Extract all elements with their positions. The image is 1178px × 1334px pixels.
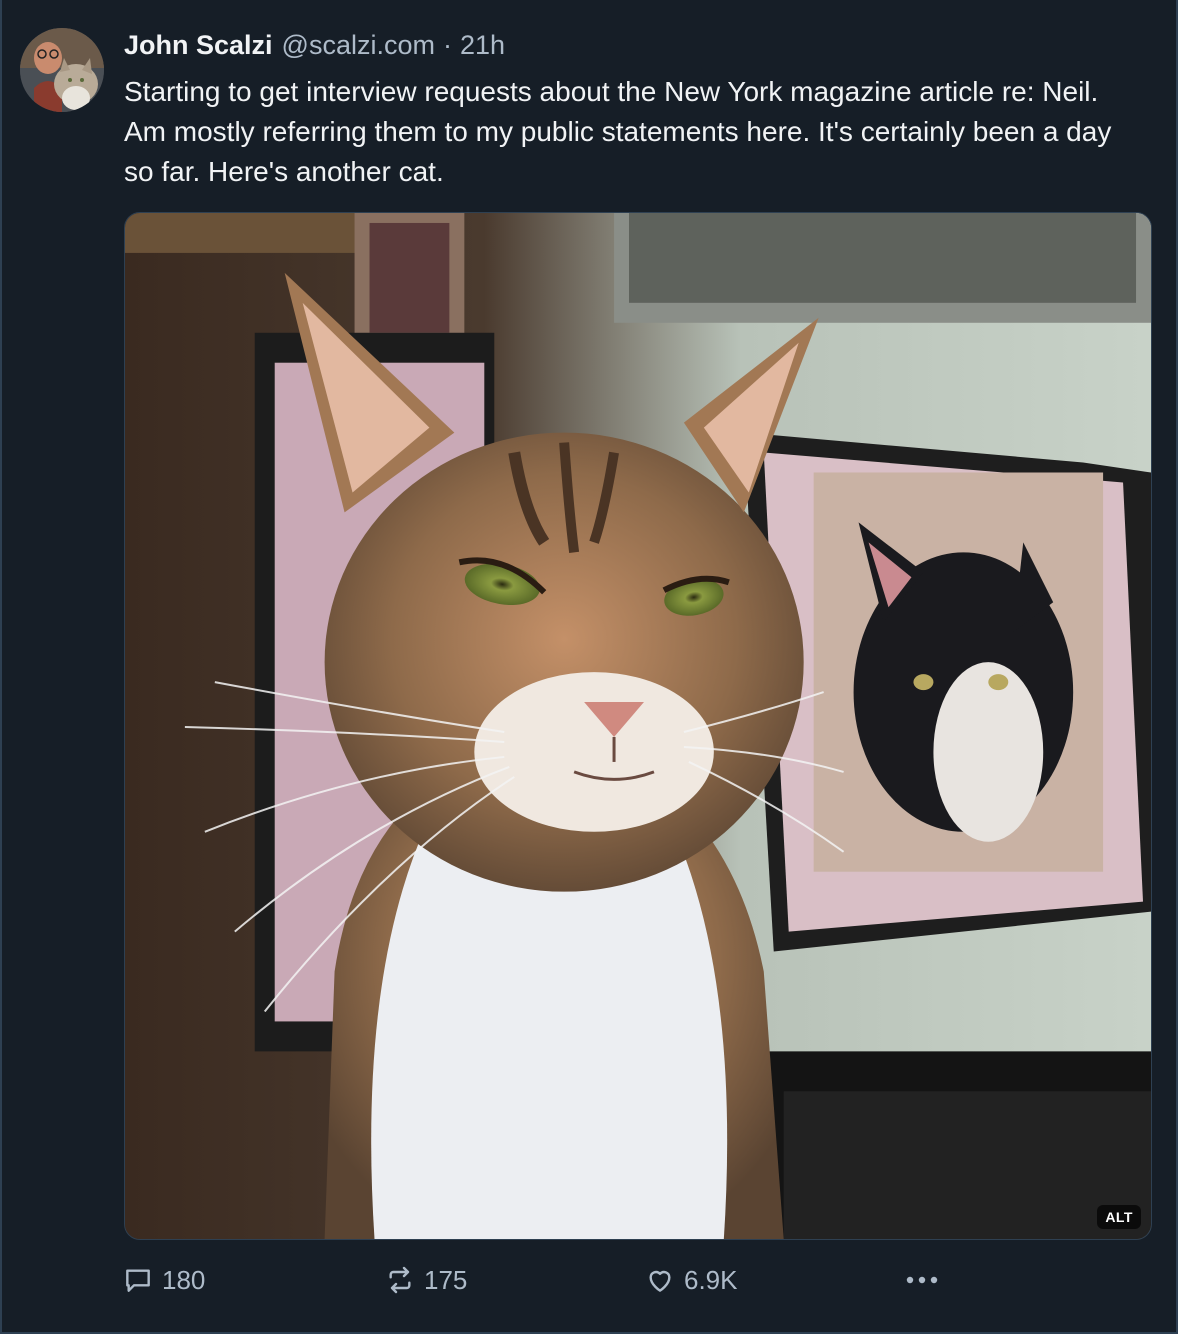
- avatar-image: [20, 28, 104, 112]
- reply-count: 180: [162, 1264, 206, 1295]
- like-button[interactable]: 6.9K: [644, 1260, 738, 1300]
- speech-bubble-icon: [122, 1264, 154, 1296]
- heart-icon: [644, 1264, 676, 1296]
- repost-button[interactable]: 175: [384, 1260, 467, 1300]
- post-image[interactable]: ALT: [124, 212, 1152, 1240]
- repost-count: 175: [424, 1264, 468, 1295]
- author-avatar[interactable]: [20, 28, 104, 112]
- separator-dot: ·: [442, 30, 452, 60]
- reply-button[interactable]: 180: [122, 1260, 205, 1300]
- post-actions: 180 175 6.9K: [2, 1260, 1178, 1300]
- more-options-button[interactable]: [902, 1260, 950, 1300]
- cat-photo: [125, 213, 1151, 1239]
- repost-arrows-icon: [384, 1264, 416, 1296]
- author-handle[interactable]: @scalzi.com: [282, 30, 435, 61]
- author-name[interactable]: John Scalzi: [124, 30, 273, 61]
- like-count: 6.9K: [684, 1264, 738, 1295]
- post-header: John Scalzi @scalzi.com · 21h: [124, 30, 505, 66]
- post-timestamp[interactable]: 21h: [460, 30, 505, 61]
- more-dots-icon: [902, 1264, 942, 1296]
- post-card[interactable]: John Scalzi @scalzi.com · 21h Starting t…: [0, 0, 1178, 1334]
- post-text: Starting to get interview requests about…: [124, 76, 1112, 187]
- alt-text-badge[interactable]: ALT: [1097, 1205, 1141, 1229]
